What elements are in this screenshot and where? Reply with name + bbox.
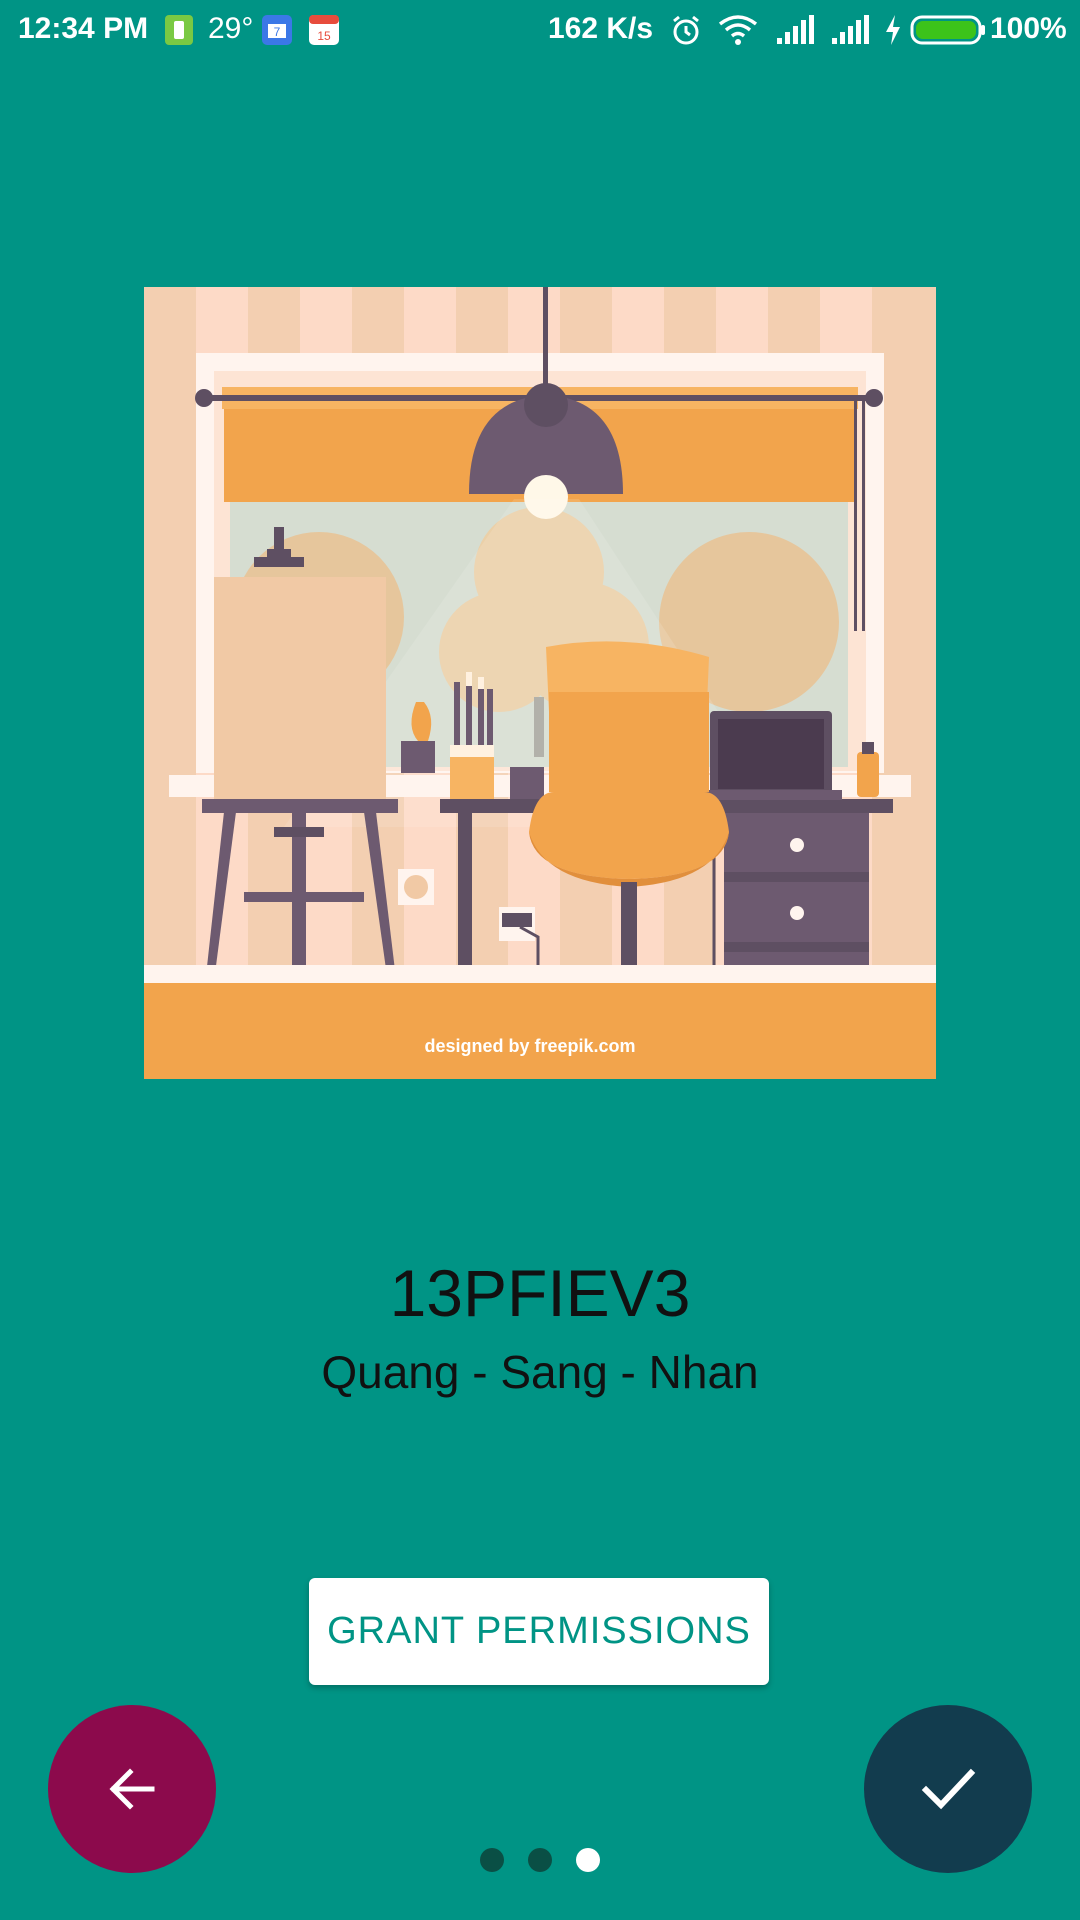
wifi-icon — [718, 15, 758, 45]
status-network-speed: 162 K/s — [548, 12, 654, 45]
intro-subtitle: Quang - Sang - Nhan — [321, 1346, 759, 1398]
calendar-15-icon: 15 — [309, 15, 339, 45]
signal-icon — [832, 15, 869, 44]
svg-text:7: 7 — [274, 25, 281, 39]
status-temperature: 29° — [208, 12, 254, 45]
illustration-credit: designed by freepik.com — [424, 1036, 635, 1056]
page-indicator — [0, 1848, 1080, 1872]
art-studio-illustration: designed by freepik.com — [144, 287, 936, 1079]
page-dot — [528, 1848, 552, 1872]
check-icon — [921, 1768, 976, 1810]
status-battery-percent: 100% — [990, 12, 1067, 45]
svg-text:15: 15 — [317, 29, 331, 43]
status-time: 12:34 PM — [18, 12, 149, 45]
battery-saver-icon — [165, 15, 193, 45]
battery-icon — [910, 15, 985, 45]
status-bar: 12:34 PM 29° 7 15 162 K/s 100% — [0, 0, 1080, 62]
signal-icon — [777, 15, 814, 44]
alarm-icon — [673, 15, 699, 45]
intro-title: 13PFIEV3 — [389, 1256, 691, 1330]
arrow-left-icon — [109, 1768, 155, 1810]
page-dot — [480, 1848, 504, 1872]
grant-permissions-button[interactable]: GRANT PERMISSIONS — [309, 1578, 769, 1685]
page-dot-active — [576, 1848, 600, 1872]
calendar-icon: 7 — [262, 15, 292, 45]
charging-icon — [886, 15, 900, 45]
